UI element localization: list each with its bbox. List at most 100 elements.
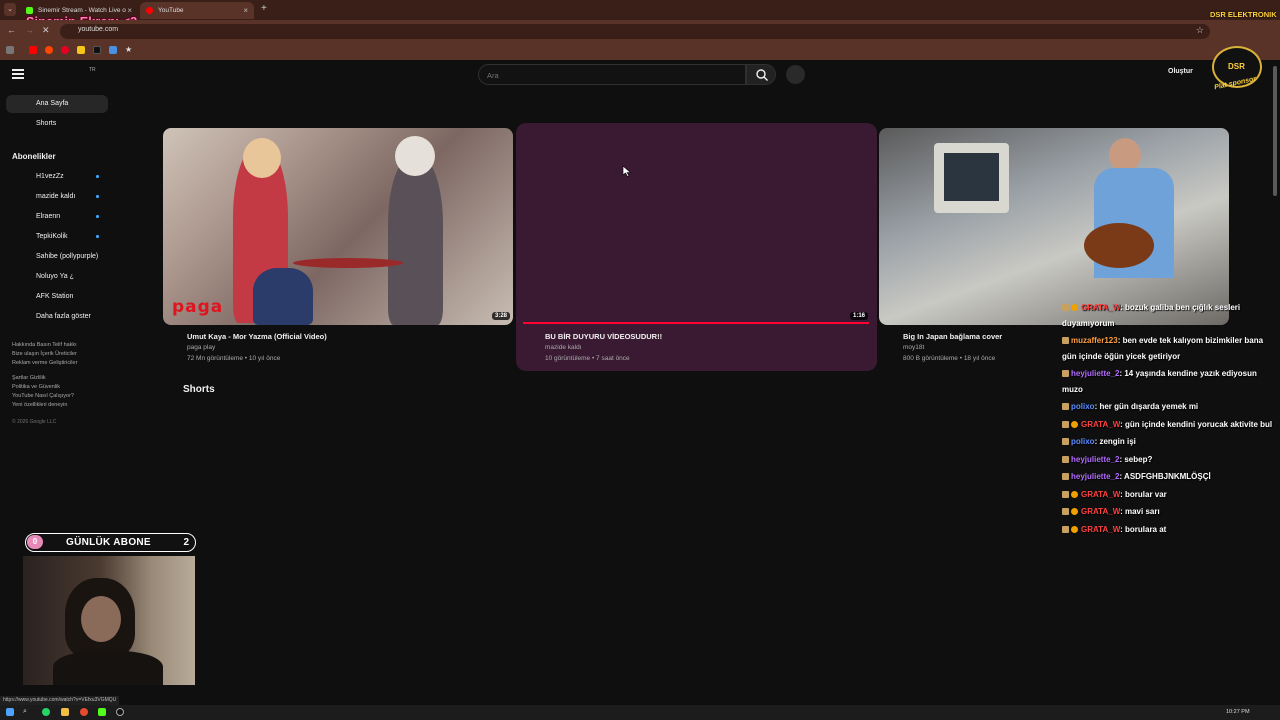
chat-username: GRATA_W — [1081, 303, 1121, 312]
url-field[interactable]: youtube.com ☆ — [60, 24, 1210, 39]
chat-username: GRATA_W — [1081, 489, 1121, 499]
tiktok-bookmark-icon[interactable] — [93, 46, 101, 54]
sidebar-item-subscription[interactable]: Noluyo Ya ¿ — [36, 273, 74, 280]
page-scrollbar[interactable] — [1273, 66, 1277, 196]
chat-text: : her gün dışarda yemek mi — [1094, 402, 1199, 411]
chat-text: : sebep? — [1119, 454, 1153, 464]
search-input[interactable] — [487, 68, 727, 82]
chat-badge-icon — [1062, 403, 1069, 410]
close-icon[interactable]: × — [243, 6, 248, 15]
sidebar-item-subscription[interactable]: TepkiKolik — [36, 233, 68, 240]
search-icon[interactable]: ⌕ — [23, 708, 31, 716]
chat-message: polixo: zengin işi — [1062, 434, 1274, 450]
webcam-feed — [23, 556, 195, 685]
duration-badge: 3:28 — [492, 312, 511, 320]
back-icon[interactable]: ← — [7, 25, 16, 35]
channel-logo: paga — [172, 297, 224, 317]
chat-text: : zengin işi — [1094, 437, 1136, 446]
bookmark-icon[interactable] — [109, 46, 117, 54]
figure-illustration — [253, 268, 313, 325]
chat-message: GRATA_W: gün içinde kendini yorucak akti… — [1062, 417, 1274, 433]
chat-badge-icon — [1071, 508, 1078, 515]
url-text: youtube.com — [78, 26, 119, 33]
sidebar-item-home[interactable]: Ana Sayfa — [6, 95, 108, 113]
obs-icon[interactable] — [116, 708, 124, 716]
video-title[interactable]: Umut Kaya - Mor Yazma (Official Video) — [187, 332, 327, 341]
daily-subs-count: 2 — [183, 537, 189, 548]
stop-icon[interactable]: ✕ — [42, 25, 50, 36]
search-button[interactable] — [746, 64, 776, 85]
whatsapp-icon[interactable] — [42, 708, 50, 716]
footer-links[interactable]: Bize ulaşın İçerik Üreticiler — [12, 351, 77, 357]
chat-text: : ASDFGHBJNKMLÖŞÇİ — [1119, 472, 1211, 481]
sidebar-item-subscription[interactable]: AFK Station — [36, 293, 73, 300]
video-meta: 72 Mn görüntüleme • 10 yıl önce — [187, 355, 281, 362]
chat-message: muzaffer123: ben evde tek kalıyom bizimk… — [1062, 333, 1274, 364]
video-title[interactable]: BU BİR DUYURU VİDEOSUDUR!! — [545, 332, 662, 341]
kick-icon[interactable] — [98, 708, 106, 716]
screen: ⌄ Sinemir Stream - Watch Live o × YouTub… — [0, 0, 1280, 720]
chat-username: polixo — [1071, 437, 1095, 446]
tab-youtube[interactable]: YouTube × — [140, 2, 254, 19]
channel-name[interactable]: paga play — [187, 344, 215, 351]
sponsor-badge-text: DSR — [1228, 62, 1245, 71]
video-title[interactable]: Big In Japan bağlama cover — [903, 332, 1002, 341]
cursor-icon — [622, 165, 632, 177]
footer-links[interactable]: YouTube Nasıl Çalışıyor? — [12, 393, 74, 399]
footer-links[interactable]: Şartlar Gizlilik — [12, 375, 46, 381]
channel-name[interactable]: moy18t — [903, 344, 924, 351]
chrome-icon[interactable] — [80, 708, 88, 716]
imdb-bookmark-icon[interactable] — [77, 46, 85, 54]
new-content-dot — [96, 235, 99, 238]
monitor-illustration — [944, 153, 999, 201]
youtube-bookmark-icon[interactable] — [29, 46, 37, 54]
sidebar-item-subscription[interactable]: Sahibe (pollypurple) — [36, 253, 98, 260]
windows-start-icon[interactable] — [6, 708, 14, 716]
bookmark-star-icon[interactable]: ☆ — [1196, 25, 1204, 36]
baglama-illustration — [1084, 223, 1154, 268]
sidebar-item-subscription[interactable]: H1vezZz — [36, 173, 64, 180]
close-icon[interactable]: × — [127, 6, 132, 15]
chat-badge-icon — [1062, 337, 1069, 344]
chat-badge-icon — [1071, 525, 1078, 533]
sidebar-item-subscription[interactable]: mazide kaldı — [36, 193, 75, 200]
daily-subs-goal-left: 0 — [27, 535, 43, 549]
sidebar-item-shorts[interactable]: Shorts — [6, 115, 108, 133]
chat-message: heyjuliette_2: 14 yaşında kendine yazık … — [1062, 366, 1274, 397]
footer-links[interactable]: Politika ve Güvenlik — [12, 384, 60, 390]
chat-message: heyjuliette_2: sebep? — [1062, 452, 1274, 468]
new-content-dot — [96, 175, 99, 178]
youtube-favicon-icon — [146, 7, 153, 14]
chat-text: : borular var — [1120, 489, 1167, 499]
footer-links[interactable]: Hakkında Basın Telif hakkı — [12, 342, 77, 348]
channel-name[interactable]: mazide kaldı — [545, 344, 582, 351]
search-box[interactable] — [478, 64, 746, 85]
plus-icon[interactable]: + — [261, 3, 267, 14]
apps-grid-icon[interactable] — [6, 46, 14, 54]
chat-badge-icon — [1062, 508, 1069, 515]
subscriptions-heading[interactable]: Abonelikler — [12, 152, 56, 161]
star-bookmark-icon[interactable]: ★ — [125, 46, 133, 54]
table-illustration — [293, 258, 403, 268]
show-more-button[interactable]: Daha fazla göster — [36, 313, 91, 320]
pinterest-bookmark-icon[interactable] — [61, 46, 69, 54]
video-thumbnail[interactable] — [163, 128, 513, 325]
create-button[interactable]: Oluştur — [1168, 68, 1193, 75]
copyright: © 2026 Google LLC — [12, 419, 57, 425]
hamburger-menu-icon[interactable] — [12, 69, 24, 79]
sidebar-item-subscription[interactable]: Elraenn — [36, 213, 60, 220]
tab-search-icon[interactable]: ⌄ — [4, 3, 16, 16]
video-thumbnail[interactable] — [879, 128, 1229, 325]
daily-subs-widget: 0 GÜNLÜK ABONE 2 — [25, 533, 196, 552]
forward-icon[interactable]: → — [25, 25, 34, 35]
duration-badge: 1:16 — [850, 312, 869, 320]
voice-search-button[interactable] — [786, 65, 805, 84]
tab-label: YouTube — [158, 7, 184, 14]
file-explorer-icon[interactable] — [61, 708, 69, 716]
daily-subs-label: GÜNLÜK ABONE — [66, 537, 151, 548]
chat-username: polixo — [1071, 402, 1095, 411]
reddit-bookmark-icon[interactable] — [45, 46, 53, 54]
footer-links[interactable]: Yeni özellikleri deneyin — [12, 402, 67, 408]
chat-badge-icon — [1062, 490, 1069, 498]
footer-links[interactable]: Reklam verme Geliştiriciler — [12, 360, 77, 366]
